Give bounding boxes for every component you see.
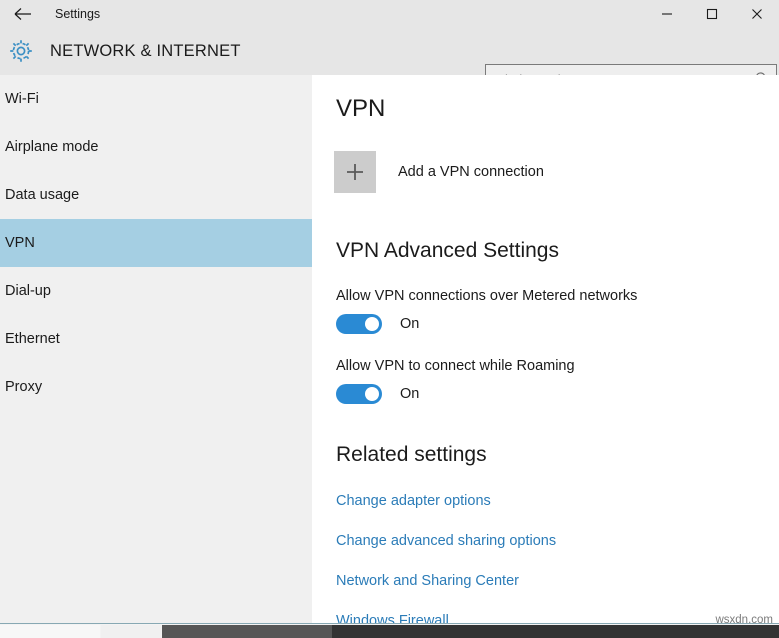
plus-icon — [334, 151, 376, 193]
sidebar-item-proxy[interactable]: Proxy — [0, 363, 312, 411]
close-icon — [751, 8, 763, 20]
minimize-icon — [661, 8, 673, 20]
roaming-toggle[interactable] — [336, 384, 382, 404]
sidebar-item-label: VPN — [0, 235, 35, 251]
metered-networks-toggle[interactable] — [336, 314, 382, 334]
taskbar-segment — [101, 625, 161, 638]
metered-networks-toggle-state: On — [400, 316, 419, 332]
watermark: wsxdn.com — [715, 614, 773, 626]
taskbar-segment — [332, 625, 779, 638]
page-title: VPN — [336, 95, 385, 123]
roaming-toggle-state: On — [400, 386, 419, 402]
category-header: NETWORK & INTERNET — [0, 28, 779, 75]
toggle-knob — [365, 387, 379, 401]
sidebar-item-label: Data usage — [0, 187, 79, 203]
add-vpn-connection-label: Add a VPN connection — [398, 164, 544, 180]
link-change-adapter-options[interactable]: Change adapter options — [336, 493, 491, 509]
sidebar-item-airplane-mode[interactable]: Airplane mode — [0, 123, 312, 171]
sidebar-item-ethernet[interactable]: Ethernet — [0, 315, 312, 363]
link-change-advanced-sharing-options[interactable]: Change advanced sharing options — [336, 533, 556, 549]
add-vpn-connection-button[interactable]: Add a VPN connection — [334, 151, 544, 193]
taskbar-segment — [162, 625, 332, 638]
taskbar-segment — [0, 625, 100, 638]
settings-content: VPN Add a VPN connection VPN Advanced Se… — [312, 75, 779, 623]
metered-networks-toggle-row[interactable]: On — [336, 314, 419, 334]
page-category-title: NETWORK & INTERNET — [50, 28, 241, 75]
sidebar-item-label: Ethernet — [0, 331, 60, 347]
metered-networks-label: Allow VPN connections over Metered netwo… — [336, 288, 637, 304]
settings-window: Settings — [0, 0, 779, 638]
sidebar-item-label: Wi-Fi — [0, 91, 39, 107]
roaming-toggle-row[interactable]: On — [336, 384, 419, 404]
gear-icon — [6, 36, 36, 66]
desktop-taskbar-strip — [0, 623, 779, 638]
maximize-button[interactable] — [689, 0, 734, 28]
window-controls — [644, 0, 779, 28]
maximize-icon — [706, 8, 718, 20]
back-button[interactable] — [8, 0, 38, 28]
minimize-button[interactable] — [644, 0, 689, 28]
window-title: Settings — [55, 0, 100, 28]
roaming-label: Allow VPN to connect while Roaming — [336, 358, 575, 374]
sidebar-item-label: Dial-up — [0, 283, 51, 299]
sidebar-item-label: Proxy — [0, 379, 42, 395]
toggle-knob — [365, 317, 379, 331]
sidebar-item-vpn[interactable]: VPN — [0, 219, 312, 267]
related-settings-heading: Related settings — [336, 443, 487, 467]
close-button[interactable] — [734, 0, 779, 28]
sidebar-item-dial-up[interactable]: Dial-up — [0, 267, 312, 315]
sidebar-item-wi-fi[interactable]: Wi-Fi — [0, 75, 312, 123]
link-windows-firewall[interactable]: Windows Firewall — [336, 613, 449, 623]
link-network-and-sharing-center[interactable]: Network and Sharing Center — [336, 573, 519, 589]
back-arrow-icon — [14, 7, 32, 21]
sidebar-item-label: Airplane mode — [0, 139, 99, 155]
sidebar-item-data-usage[interactable]: Data usage — [0, 171, 312, 219]
advanced-settings-heading: VPN Advanced Settings — [336, 239, 559, 263]
settings-sidebar: Wi-Fi Airplane mode Data usage VPN Dial-… — [0, 75, 312, 623]
title-bar: Settings — [0, 0, 779, 28]
